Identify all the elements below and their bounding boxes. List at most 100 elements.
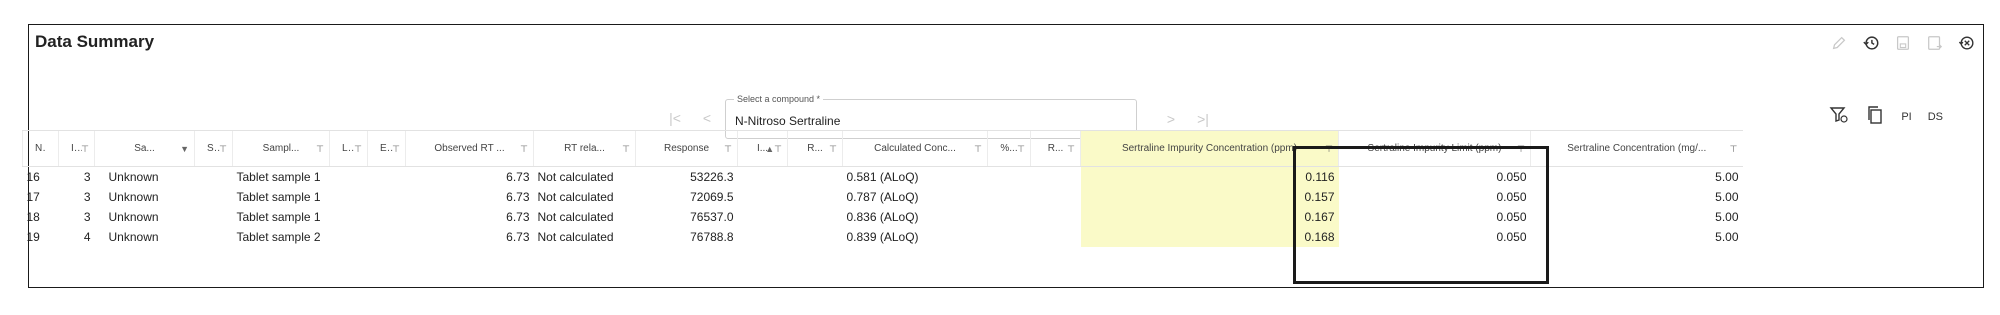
table-cell: 4 <box>83 230 91 244</box>
filter-icon[interactable]: ⊤ <box>354 144 362 155</box>
col-header-impurity-conc[interactable]: Sertraline Impurity Concentration (ppm) ⊤ <box>1080 130 1339 167</box>
table-cell: 0.050 <box>1496 230 1527 244</box>
filter-icon[interactable]: ⊤ <box>1517 144 1525 155</box>
table-cell: 0.050 <box>1496 170 1527 184</box>
filter-icon[interactable]: ⊤ <box>974 144 982 155</box>
col-header[interactable]: Observed RT ... ⊤ <box>405 130 534 167</box>
filter-icon[interactable]: ⊤ <box>1730 144 1738 155</box>
table-cell <box>330 187 368 207</box>
col-header[interactable]: Sertraline Concentration (mg/... ⊤ <box>1530 130 1743 167</box>
history-icon[interactable] <box>1861 33 1881 53</box>
table-row[interactable]: 18 3 Unknown Tablet sample 1 6.73 Not calcula… <box>23 207 1743 227</box>
filter-icon[interactable]: ▼ <box>180 144 189 154</box>
table-cell <box>195 207 233 227</box>
ds-button[interactable]: DS <box>1928 111 1943 123</box>
col-header-label: RT rela... <box>564 142 605 154</box>
filter-icon[interactable]: ⊤ <box>520 144 528 155</box>
filter-icon[interactable]: ⊤ <box>1017 144 1025 155</box>
filter-icon[interactable]: ⊤ <box>81 144 89 155</box>
filter-icon[interactable]: ⊤ <box>829 144 837 155</box>
table-cell: 19 <box>26 230 40 244</box>
title-toolbar <box>1829 33 1977 53</box>
table-cell: Not calculated <box>537 210 614 224</box>
table-cell: Unknown <box>108 210 159 224</box>
table-row[interactable]: 17 3 Unknown Tablet sample 1 6.73 Not calcula… <box>23 187 1743 207</box>
table-cell <box>738 207 788 227</box>
table-cell: 72069.5 <box>690 190 734 204</box>
revert-icon[interactable] <box>1957 33 1977 53</box>
col-header[interactable]: Sa... ▼ <box>94 130 195 167</box>
col-header[interactable]: Calculated Conc... ⊤ <box>842 130 988 167</box>
table-cell <box>1031 167 1081 188</box>
copy-icon[interactable] <box>1865 105 1885 128</box>
table-cell: 0.116 <box>1080 166 1339 187</box>
table-cell <box>368 227 406 247</box>
table-cell: 3 <box>83 170 91 184</box>
col-header[interactable]: S...⊤ <box>194 130 233 167</box>
col-header-label: Sa... <box>134 142 155 154</box>
table-cell <box>788 167 843 188</box>
table-cell: 0.836 (ALoQ) <box>846 210 919 224</box>
table-cell: Tablet sample 1 <box>236 170 321 184</box>
col-header[interactable]: E...⊤ <box>367 130 406 167</box>
table-cell <box>738 167 788 188</box>
col-header[interactable]: R... ⊤ <box>787 130 843 167</box>
table-cell: Not calculated <box>537 190 614 204</box>
table-cell <box>788 207 843 227</box>
table-cell: Unknown <box>108 230 159 244</box>
table-cell: 6.73 <box>506 230 530 244</box>
table-cell <box>330 167 368 188</box>
panel-title: Data Summary <box>35 32 155 51</box>
table-cell: 0.581 (ALoQ) <box>846 170 919 184</box>
save-icon[interactable] <box>1893 33 1913 53</box>
table-row[interactable]: 19 4 Unknown Tablet sample 2 6.73 Not calcula… <box>23 227 1743 247</box>
filter-icon[interactable]: ⊤ <box>316 144 324 155</box>
col-header[interactable]: %... ⊤ <box>987 130 1031 167</box>
col-header[interactable]: R... ⊤ <box>1030 130 1081 167</box>
col-header-label: Response <box>663 142 710 154</box>
table-cell: Tablet sample 1 <box>236 210 321 224</box>
col-header[interactable]: Sertraline Impurity Limit (ppm) ⊤ <box>1338 130 1531 167</box>
filter-icon[interactable]: ⊤ <box>1067 144 1075 155</box>
grid-header-row: N... I...⊤ Sa...▼ S...⊤ Sampl...⊤ L...⊤ … <box>22 130 1743 167</box>
table-cell: 76537.0 <box>690 210 734 224</box>
table-cell <box>195 187 233 207</box>
col-header[interactable]: Response ⊤ <box>635 130 738 167</box>
col-header-label: Sertraline Concentration (mg/... <box>1567 142 1707 154</box>
col-header[interactable]: I... ▲⊤ <box>737 130 788 167</box>
compound-select-label: Select a compound * <box>734 94 824 104</box>
table-cell <box>738 187 788 207</box>
col-header-label: Calculated Conc... <box>874 142 956 154</box>
table-cell: 3 <box>83 210 91 224</box>
compound-select-value: N-Nitroso Sertraline <box>735 114 841 128</box>
table-row[interactable]: 16 3 Unknown Tablet sample 1 6.73 Not calcula… <box>23 166 1743 188</box>
col-header-label: Observed RT ... <box>434 142 505 154</box>
table-cell: 6.73 <box>506 190 530 204</box>
filter-icon[interactable]: ⊤ <box>392 144 400 155</box>
save-as-icon[interactable] <box>1925 33 1945 53</box>
filter-icon[interactable]: ⊤ <box>1325 144 1333 155</box>
filter-icon[interactable]: ⊤ <box>219 144 227 155</box>
sort-asc-icon[interactable]: ▲⊤ <box>765 144 782 155</box>
col-header-label: R... <box>807 142 823 154</box>
table-cell: 0.168 <box>1080 227 1339 247</box>
table-cell: 6.73 <box>506 170 530 184</box>
clear-filter-icon[interactable] <box>1829 105 1849 128</box>
col-header-label: Sertraline Impurity Concentration (ppm) <box>1121 142 1298 154</box>
table-cell <box>788 187 843 207</box>
filter-icon[interactable]: ⊤ <box>622 144 630 155</box>
col-header-label: E... <box>380 142 393 154</box>
col-header[interactable]: I... ⊤ <box>58 130 95 167</box>
table-cell: 0.157 <box>1080 187 1339 207</box>
filter-icon[interactable]: ⊤ <box>724 144 732 155</box>
pi-button[interactable]: PI <box>1901 111 1911 123</box>
col-header[interactable]: RT rela... ⊤ <box>533 130 636 167</box>
col-header[interactable]: N... <box>22 130 59 167</box>
table-cell <box>988 207 1031 227</box>
edit-pencil-icon[interactable] <box>1829 33 1849 53</box>
col-header-label: %... <box>1000 142 1018 154</box>
col-header[interactable]: Sampl... ⊤ <box>232 130 330 167</box>
table-cell <box>988 187 1031 207</box>
table-cell: 18 <box>26 210 40 224</box>
col-header[interactable]: L... ⊤ <box>329 130 368 167</box>
